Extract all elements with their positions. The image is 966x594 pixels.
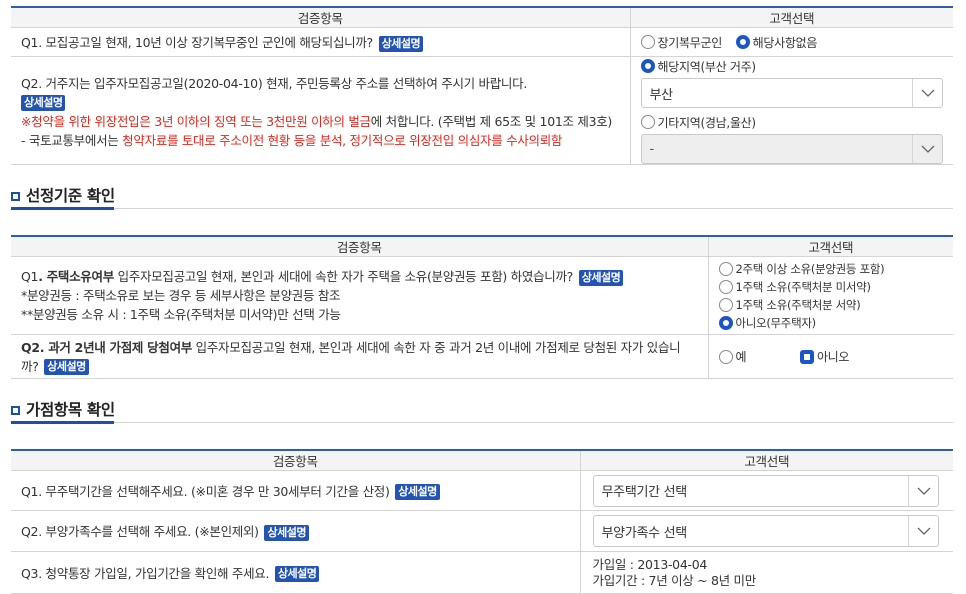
question-text: Q2. 과거 2년내 가점제 당첨여부 입주자모집공고일 현재, 본인과 세대에… [21, 339, 681, 375]
detail-button[interactable]: 상세설명 [578, 269, 624, 286]
square-bullet-icon [11, 192, 20, 201]
chevron-down-icon [908, 475, 938, 506]
radio-one-home-no-pledge[interactable]: 1주택 소유(주택처분 미서약) [718, 278, 944, 296]
note-text: **분양권등 소유 시 : 1주택 소유(주택처분 미서약)만 선택 가능 [21, 307, 341, 322]
chevron-down-icon [908, 516, 938, 546]
radio-icon [718, 261, 733, 276]
section-divider [11, 207, 953, 210]
warning-text: ※청약을 위한 위장전입은 3년 이하의 징역 또는 3천만원 이하의 벌금에 … [21, 113, 613, 129]
section-title-selection: 선정기준 확인 [11, 184, 115, 206]
radio-one-home-pledge[interactable]: 1주택 소유(주택처분 서약) [718, 296, 944, 314]
question-text: Q2. 거주지는 입주자모집공고일(2020-04-10) 현재, 주민등록상 … [21, 75, 527, 91]
score-items-table: 검증항목 고객선택 Q1. 무주택기간을 선택해주세요. (※미혼 경우 만 3… [11, 449, 953, 594]
dependents-select[interactable]: 부양가족수 선택 [592, 515, 939, 547]
square-bullet-icon [11, 406, 20, 415]
question-text: Q1. 주택소유여부 입주자모집공고일 현재, 본인과 세대에 속한 자가 주택… [21, 267, 698, 286]
question-text: Q2. 부양가족수를 선택해 주세요. (※본인제외) [21, 524, 259, 540]
question-account: Q3. 청약통장 가입일, 가입기간을 확인해 주세요. 상세설명 [11, 551, 580, 594]
selection-criteria-table: 검증항목 고객선택 Q1. 주택소유여부 입주자모집공고일 현재, 본인과 세대… [11, 235, 953, 379]
radio-icon [718, 279, 733, 294]
question-text: Q1. 모집공고일 현재, 10년 이상 장기복무중인 군인에 해당되십니까? [21, 35, 373, 51]
question-text: Q1. 무주택기간을 선택해주세요. (※미혼 경우 만 30세부터 기간을 산… [21, 483, 390, 499]
col-header-choice: 고객선택 [579, 450, 953, 471]
radio-selected-icon [640, 59, 655, 73]
question-residence: Q2. 거주지는 입주자모집공고일(2020-04-10) 현재, 주민등록상 … [11, 56, 630, 165]
section-divider [11, 421, 953, 424]
col-header-choice: 고객선택 [629, 7, 953, 28]
radio-not-applicable[interactable]: 해당사항없음 [735, 34, 817, 50]
radio-icon [718, 297, 733, 312]
radio-selected-icon [735, 35, 750, 49]
question-text: Q3. 청약통장 가입일, 가입기간을 확인해 주세요. [21, 565, 270, 581]
question-past-win: Q2. 과거 2년내 가점제 당첨여부 입주자모집공고일 현재, 본인과 세대에… [11, 334, 708, 379]
radio-icon [718, 349, 733, 364]
chevron-down-icon [912, 135, 942, 163]
residence-check-table: 검증항목 고객선택 Q1. 모집공고일 현재, 10년 이상 장기복무중인 군인… [11, 6, 953, 165]
radio-icon [640, 35, 655, 49]
detail-button[interactable]: 상세설명 [395, 484, 440, 501]
join-period: 가입기간 : 7년 이상 ~ 8년 미만 [592, 572, 757, 588]
section-title-score: 가점항목 확인 [11, 398, 115, 420]
question-dependents: Q2. 부양가족수를 선택해 주세요. (※본인제외) 상세설명 [11, 510, 580, 552]
radio-other-area[interactable]: 기타지역(경남,울산) [640, 113, 944, 131]
other-region-select[interactable]: - [640, 134, 943, 164]
detail-button[interactable]: 상세설명 [274, 566, 320, 583]
radio-selected-icon [799, 349, 814, 364]
radio-local-area[interactable]: 해당지역(부산 거주) [640, 57, 944, 75]
local-region-select[interactable]: 부산 [640, 78, 943, 108]
account-info: 가입일 : 2013-04-04 가입기간 : 7년 이상 ~ 8년 미만 [579, 551, 953, 594]
residence-options: 해당지역(부산 거주) 부산 기타지역(경남,울산) - [629, 56, 953, 165]
radio-long-term-soldier[interactable]: 장기복무군인 [640, 34, 722, 50]
radio-selected-icon [718, 315, 733, 330]
join-date: 가입일 : 2013-04-04 [592, 556, 708, 572]
past-win-options: 예 아니오 [707, 334, 953, 379]
ownership-options: 2주택 이상 소유(분양권등 포함) 1주택 소유(주택처분 미서약) 1주택 … [707, 256, 953, 335]
homeless-period-cell: 무주택기간 선택 [579, 470, 953, 511]
question-military: Q1. 모집공고일 현재, 10년 이상 장기복무중인 군인에 해당되십니까? … [11, 27, 630, 57]
detail-button[interactable]: 상세설명 [378, 35, 424, 52]
detail-button[interactable]: 상세설명 [21, 95, 66, 111]
col-header-item: 검증항목 [11, 450, 580, 471]
question-homeless-period: Q1. 무주택기간을 선택해주세요. (※미혼 경우 만 30세부터 기간을 산… [11, 470, 580, 511]
radio-no-home[interactable]: 아니오(무주택자) [718, 314, 944, 332]
col-header-item: 검증항목 [11, 236, 708, 257]
note-text: *분양권등 : 주택소유로 보는 경우 등 세부사항은 분양권등 참조 [21, 288, 341, 303]
military-options: 장기복무군인 해당사항없음 [629, 27, 953, 57]
detail-button[interactable]: 상세설명 [264, 524, 309, 541]
question-housing-ownership: Q1. 주택소유여부 입주자모집공고일 현재, 본인과 세대에 속한 자가 주택… [11, 256, 708, 335]
homeless-period-select[interactable]: 무주택기간 선택 [592, 474, 939, 507]
detail-button[interactable]: 상세설명 [44, 359, 89, 375]
radio-two-plus-homes[interactable]: 2주택 이상 소유(분양권등 포함) [718, 260, 944, 278]
notice-text: - 국토교통부에서는 청약자료를 토대로 주소이전 현황 등을 분석, 정기적으… [21, 132, 563, 148]
col-header-choice: 고객선택 [707, 236, 953, 257]
radio-icon [640, 115, 655, 129]
col-header-item: 검증항목 [11, 7, 630, 28]
chevron-down-icon [912, 79, 942, 107]
radio-yes[interactable]: 예 [718, 348, 747, 364]
dependents-cell: 부양가족수 선택 [579, 510, 953, 552]
radio-no[interactable]: 아니오 [799, 348, 849, 364]
